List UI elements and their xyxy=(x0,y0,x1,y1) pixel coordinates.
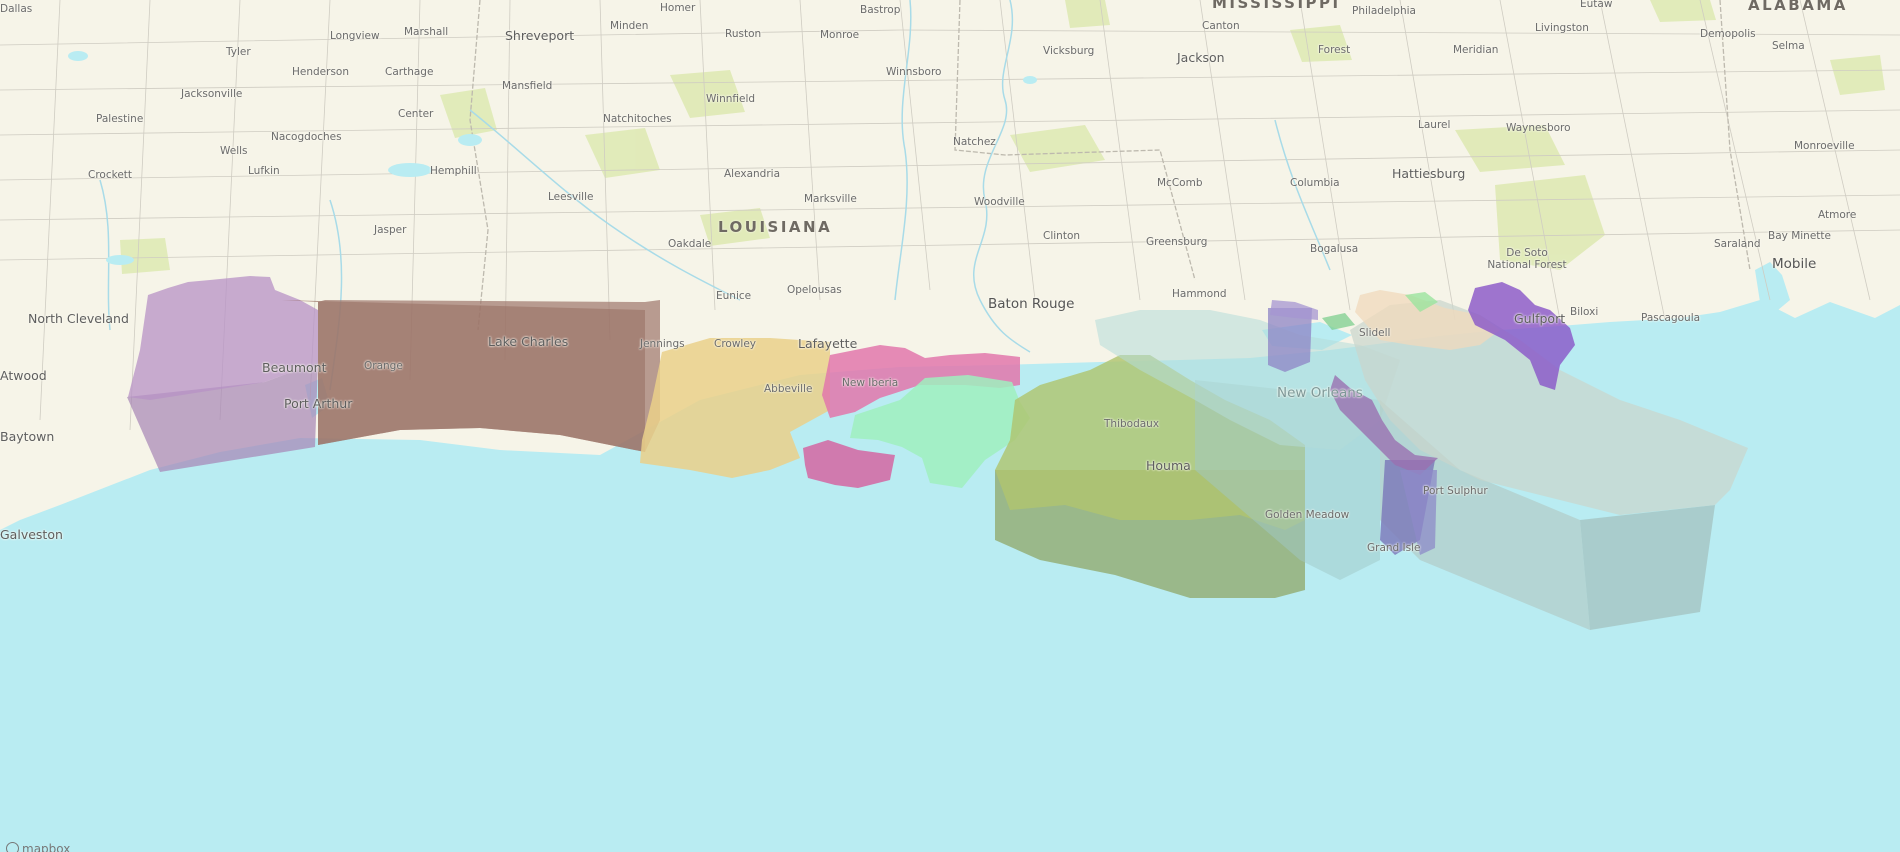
mapbox-logo-icon xyxy=(6,842,19,852)
zone-beaumont[interactable] xyxy=(127,276,318,472)
zone-plaquemines-wall xyxy=(1580,505,1715,630)
map-canvas[interactable] xyxy=(0,0,1900,852)
mapbox-attribution[interactable]: mapbox xyxy=(6,842,70,852)
attribution-text: mapbox xyxy=(22,842,71,852)
